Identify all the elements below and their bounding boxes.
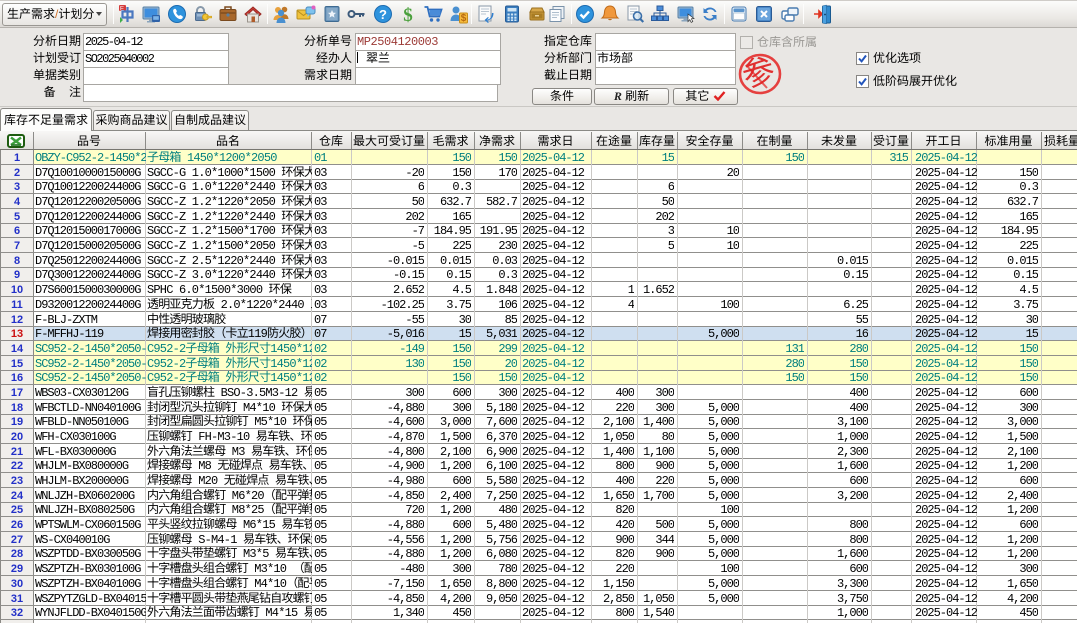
svg-text:?: ?: [379, 7, 387, 22]
svg-text:$: $: [461, 13, 467, 24]
svg-text:$: $: [403, 5, 413, 24]
